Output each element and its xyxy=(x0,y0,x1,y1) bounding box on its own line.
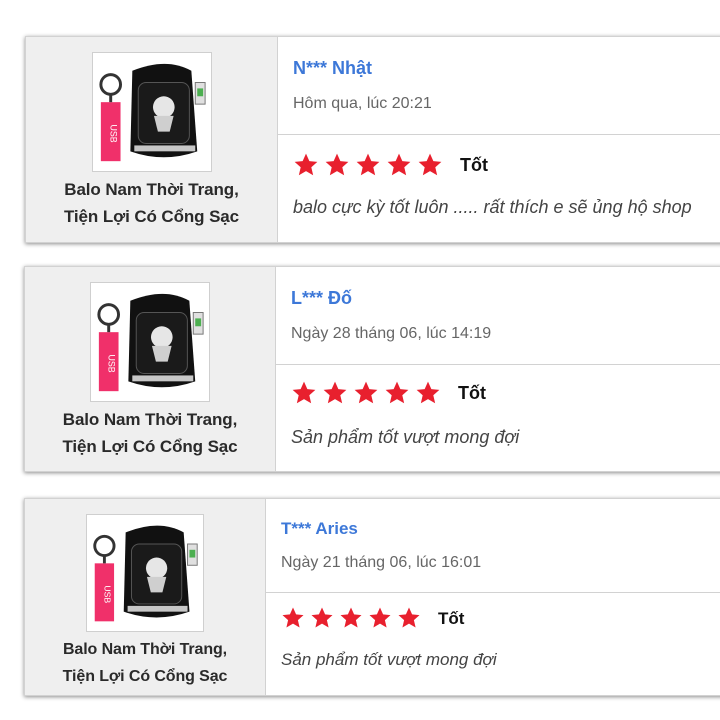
star-rating xyxy=(291,380,446,406)
reviewer-name[interactable]: T*** Aries xyxy=(281,519,720,539)
product-panel: USB Balo Nam Thời Trang, Tiện Lợi Có Cổn… xyxy=(25,267,276,471)
reviewer-name[interactable]: L*** Đố xyxy=(291,288,720,309)
rating-label: Tốt xyxy=(458,382,486,403)
star-icon xyxy=(310,606,339,632)
backpack-image: USB xyxy=(91,283,209,401)
star-icon xyxy=(293,152,324,178)
reviewer-name[interactable]: N*** Nhật xyxy=(293,58,720,79)
backpack-image: USB xyxy=(87,515,203,631)
review-body: Tốt Sản phẩm tốt vượt mong đợi xyxy=(276,365,720,448)
star-rating xyxy=(293,152,448,178)
product-panel: USB Balo Nam Thời Trang, Tiện Lợi Có Cổn… xyxy=(26,37,278,242)
product-thumbnail[interactable]: USB xyxy=(86,514,204,632)
review-content: N*** Nhật Hôm qua, lúc 20:21 Tốt balo cự… xyxy=(278,37,720,242)
star-icon xyxy=(339,606,368,632)
star-icon xyxy=(415,380,446,406)
star-icon xyxy=(397,606,426,632)
product-name[interactable]: Balo Nam Thời Trang, Tiện Lợi Có Cổng Sạ… xyxy=(63,636,228,690)
usb-badge: USB xyxy=(102,585,112,603)
star-rating xyxy=(281,606,426,632)
product-panel: USB Balo Nam Thời Trang, Tiện Lợi Có Cổn… xyxy=(25,499,266,695)
star-icon xyxy=(291,380,322,406)
review-body: Tốt Sản phẩm tốt vượt mong đợi xyxy=(266,593,720,670)
review-card: USB Balo Nam Thời Trang, Tiện Lợi Có Cổn… xyxy=(24,498,720,696)
star-icon xyxy=(386,152,417,178)
star-icon xyxy=(353,380,384,406)
star-icon xyxy=(368,606,397,632)
review-comment: Sản phẩm tốt vượt mong đợi xyxy=(291,427,520,447)
product-thumbnail[interactable]: USB xyxy=(90,282,210,402)
review-header: L*** Đố Ngày 28 tháng 06, lúc 14:19 xyxy=(276,267,720,365)
star-icon xyxy=(324,152,355,178)
star-icon xyxy=(281,606,310,632)
star-icon xyxy=(355,152,386,178)
review-date: Ngày 21 tháng 06, lúc 16:01 xyxy=(281,554,482,571)
review-card: USB Balo Nam Thời Trang, Tiện Lợi Có Cổn… xyxy=(24,266,720,472)
usb-badge: USB xyxy=(108,125,118,143)
review-date: Hôm qua, lúc 20:21 xyxy=(293,95,432,112)
product-name[interactable]: Balo Nam Thời Trang, Tiện Lợi Có Cổng Sạ… xyxy=(62,406,237,460)
review-header: N*** Nhật Hôm qua, lúc 20:21 xyxy=(278,37,720,135)
review-body: Tốt balo cực kỳ tốt luôn ..... rất thích… xyxy=(278,135,720,218)
star-icon xyxy=(384,380,415,406)
rating-label: Tốt xyxy=(460,154,488,175)
review-header: T*** Aries Ngày 21 tháng 06, lúc 16:01 xyxy=(266,499,720,593)
backpack-image: USB xyxy=(92,53,211,171)
review-comment: balo cực kỳ tốt luôn ..... rất thích e s… xyxy=(293,197,692,217)
review-card: USB Balo Nam Thời Trang, Tiện Lợi Có Cổn… xyxy=(25,36,720,243)
rating-row: Tốt xyxy=(281,606,720,632)
review-date: Ngày 28 tháng 06, lúc 14:19 xyxy=(291,325,492,342)
star-icon xyxy=(322,380,353,406)
rating-label: Tốt xyxy=(438,609,465,628)
product-thumbnail[interactable]: USB xyxy=(91,52,212,172)
product-name[interactable]: Balo Nam Thời Trang, Tiện Lợi Có Cổng Sạ… xyxy=(64,176,239,230)
rating-row: Tốt xyxy=(293,152,720,178)
usb-badge: USB xyxy=(107,355,117,373)
review-content: L*** Đố Ngày 28 tháng 06, lúc 14:19 Tốt … xyxy=(276,267,720,471)
rating-row: Tốt xyxy=(291,380,720,406)
review-comment: Sản phẩm tốt vượt mong đợi xyxy=(281,650,497,669)
review-content: T*** Aries Ngày 21 tháng 06, lúc 16:01 T… xyxy=(266,499,720,695)
star-icon xyxy=(417,152,448,178)
